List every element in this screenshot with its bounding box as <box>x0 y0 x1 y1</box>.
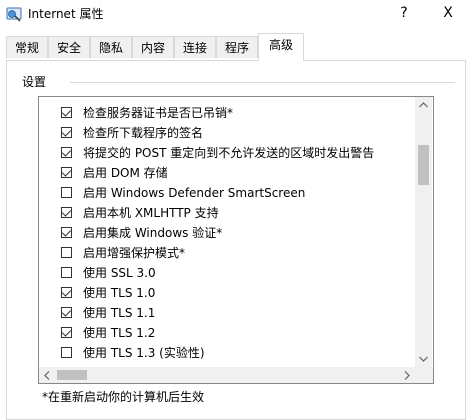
settings-group-label: 设置 <box>22 74 51 90</box>
scrollbar-corner <box>415 367 433 383</box>
window-title: Internet 属性 <box>28 7 104 21</box>
list-item-label: 使用 TLS 1.0 <box>83 286 156 300</box>
list-item-label: 启用增强保护模式* <box>83 246 186 260</box>
tab-connections[interactable]: 连接 <box>174 36 216 58</box>
close-button[interactable]: X <box>436 2 460 24</box>
checkbox[interactable] <box>61 287 72 298</box>
tab-programs[interactable]: 程序 <box>216 36 258 58</box>
scroll-left-arrow-icon[interactable] <box>43 371 51 380</box>
checkbox[interactable] <box>61 227 72 238</box>
checkbox[interactable] <box>61 107 72 118</box>
horizontal-scrollbar[interactable] <box>39 367 415 383</box>
scroll-right-arrow-icon[interactable] <box>403 371 411 380</box>
list-item-label: 使用 TLS 1.3 (实验性) <box>83 346 205 360</box>
help-button[interactable]: ? <box>392 2 416 24</box>
checkbox[interactable] <box>61 267 72 278</box>
title-bar: Internet 属性 ? X <box>0 0 472 28</box>
tab-advanced[interactable]: 高级 <box>258 33 304 61</box>
list-item-label: 启用本机 XMLHTTP 支持 <box>83 206 219 220</box>
list-item-label: 使用 TLS 1.1 <box>83 306 156 320</box>
checkbox[interactable] <box>61 147 72 158</box>
list-item-label: 检查服务器证书是否已吊销* <box>83 106 234 120</box>
vertical-scroll-thumb[interactable] <box>418 145 429 185</box>
list-item-label: 检查所下载程序的签名 <box>83 126 204 140</box>
internet-options-icon <box>6 7 22 22</box>
settings-list[interactable]: 检查服务器证书是否已吊销* 检查所下载程序的签名 将提交的 POST 重定向到不… <box>38 96 434 384</box>
scroll-up-arrow-icon[interactable] <box>419 101 428 109</box>
scroll-down-arrow-icon[interactable] <box>419 355 428 363</box>
list-item-label: 启用 DOM 存储 <box>83 166 168 180</box>
list-item-label: 将提交的 POST 重定向到不允许发送的区域时发出警告 <box>83 146 375 160</box>
tab-security[interactable]: 安全 <box>48 36 90 58</box>
restart-footnote: *在重新启动你的计算机后生效 <box>42 390 205 404</box>
list-item-label: 启用 Windows Defender SmartScreen <box>83 186 306 200</box>
horizontal-scroll-thumb[interactable] <box>57 370 87 380</box>
checkbox[interactable] <box>61 347 72 358</box>
tab-content[interactable]: 内容 <box>132 36 174 58</box>
checkbox[interactable] <box>61 127 72 138</box>
group-divider <box>70 82 455 83</box>
checkbox[interactable] <box>61 247 72 258</box>
tab-privacy[interactable]: 隐私 <box>90 36 132 58</box>
list-item-label: 使用 SSL 3.0 <box>83 266 156 280</box>
checkbox[interactable] <box>61 207 72 218</box>
checkbox[interactable] <box>61 327 72 338</box>
list-item-label: 启用集成 Windows 验证* <box>83 226 223 240</box>
checkbox[interactable] <box>61 307 72 318</box>
tab-strip: 常规 安全 隐私 内容 连接 程序 高级 <box>6 33 466 61</box>
checkbox[interactable] <box>61 187 72 198</box>
vertical-scrollbar[interactable] <box>415 97 432 367</box>
checkbox[interactable] <box>61 167 72 178</box>
list-item-label: 使用 TLS 1.2 <box>83 326 156 340</box>
tab-general[interactable]: 常规 <box>6 36 48 58</box>
